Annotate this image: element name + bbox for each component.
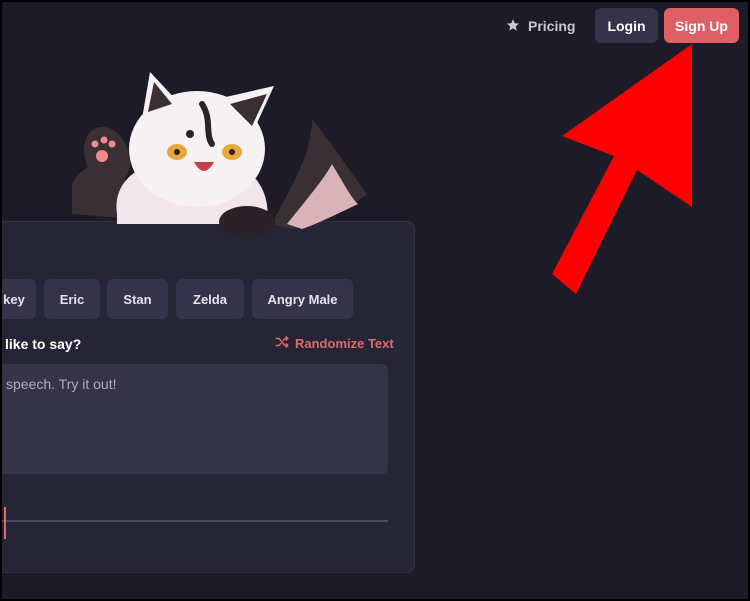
- login-button[interactable]: Login: [595, 8, 658, 43]
- signup-button[interactable]: Sign Up: [664, 8, 739, 43]
- red-arrow-annotation: [552, 44, 692, 294]
- randomize-label: Randomize Text: [295, 336, 394, 351]
- voice-chip[interactable]: Stan: [107, 279, 168, 319]
- speech-text: speech. Try it out!: [6, 376, 117, 392]
- voice-chip[interactable]: Eric: [44, 279, 100, 319]
- pricing-label: Pricing: [528, 18, 576, 34]
- star-icon: [506, 18, 520, 35]
- randomize-text-button[interactable]: Randomize Text: [275, 336, 394, 351]
- speech-textarea[interactable]: speech. Try it out!: [2, 364, 388, 474]
- voice-chip[interactable]: key: [2, 279, 36, 319]
- shuffle-icon: [275, 336, 289, 351]
- voice-chip[interactable]: Zelda: [176, 279, 244, 319]
- voice-chip[interactable]: Angry Male: [252, 279, 353, 319]
- pricing-link[interactable]: Pricing: [506, 15, 575, 37]
- slider-thumb[interactable]: [4, 507, 6, 539]
- slider-track[interactable]: [2, 520, 388, 522]
- cat-mascot-illustration: [72, 72, 367, 238]
- prompt-label: like to say?: [5, 336, 82, 352]
- app-frame: Pricing Login Sign Up key Eric Stan Zeld…: [0, 0, 750, 601]
